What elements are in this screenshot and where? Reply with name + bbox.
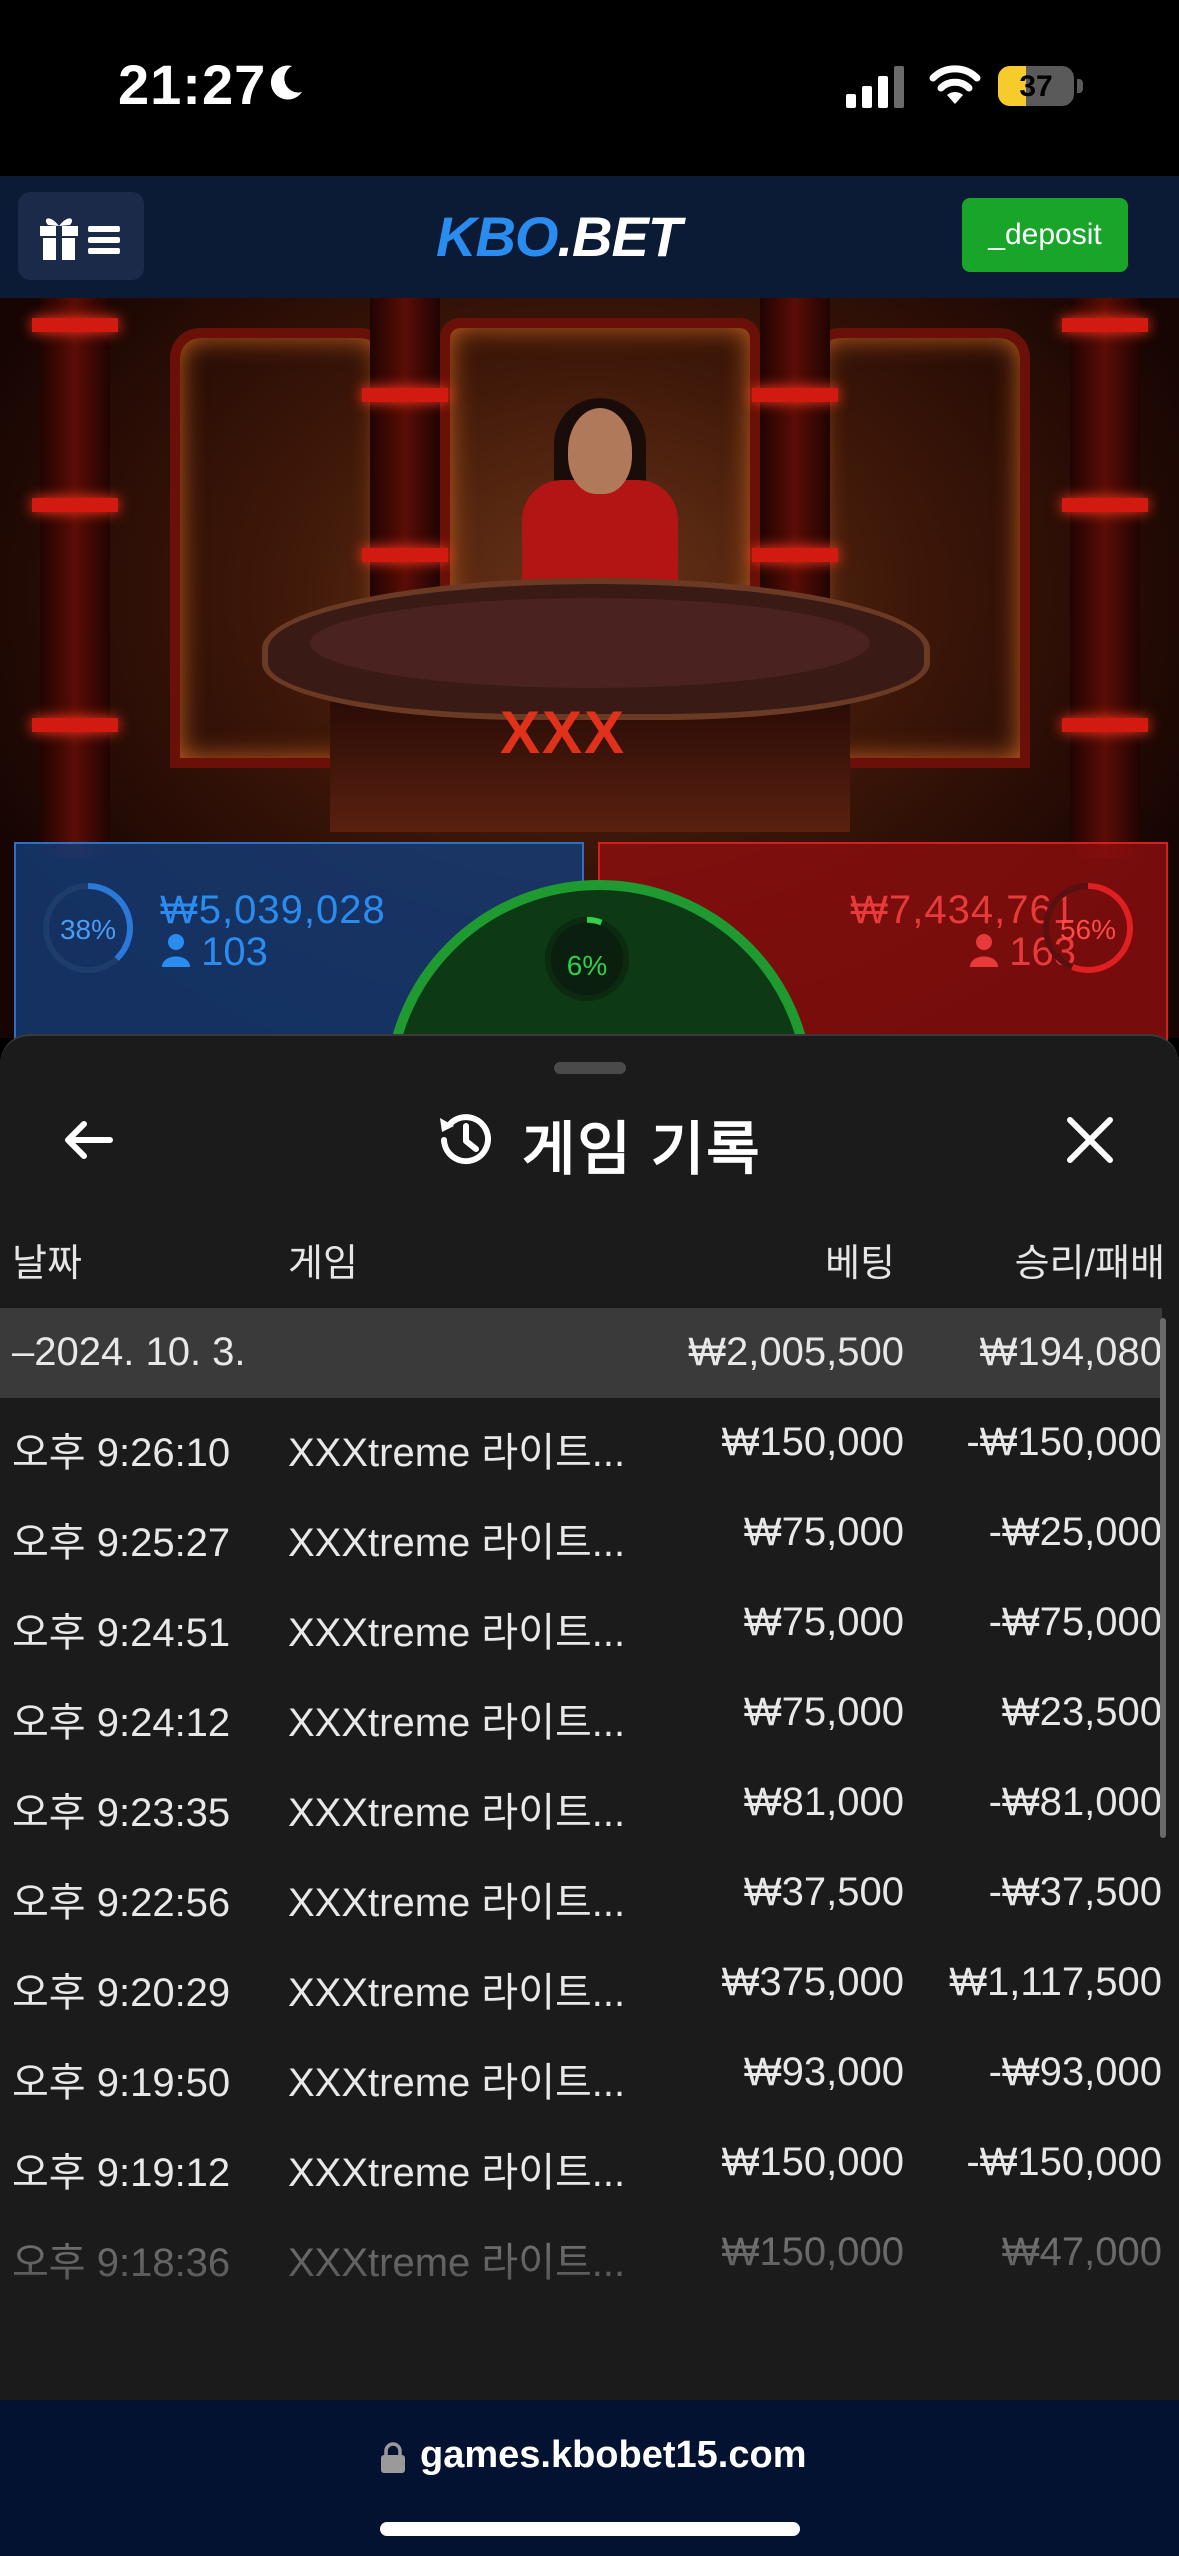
- row-game: XXXtreme 라이트...: [288, 1431, 626, 1475]
- battery-percent: 37: [1019, 70, 1053, 103]
- tie-percent-label: 6%: [566, 950, 608, 981]
- column-header-result: 승리/패배: [1014, 1243, 1165, 1285]
- history-row[interactable]: 오후 9:24:12 XXXtreme 라이트... ₩75,000 ₩23,500: [0, 1668, 1162, 1758]
- app-header: KBO.BET _deposit: [0, 176, 1179, 300]
- column-header-date: 날짜: [12, 1243, 82, 1285]
- history-row[interactable]: 오후 9:19:50 XXXtreme 라이트... ₩93,000 -₩93,000: [0, 2028, 1162, 2118]
- row-result: -₩93,000: [988, 2050, 1162, 2094]
- history-row[interactable]: 오후 9:25:27 XXXtreme 라이트... ₩75,000 -₩25,000: [0, 1488, 1162, 1578]
- game-history-sheet: 게임 기록 날짜 게임 베팅 승리/패배 –2024. 10. 3. ₩2,00…: [0, 1034, 1179, 2402]
- row-time: 오후 9:24:51: [12, 1611, 231, 1655]
- date-group-row[interactable]: –2024. 10. 3. ₩2,005,500 ₩194,080: [0, 1308, 1162, 1398]
- logo-part-2: .BET: [557, 205, 682, 268]
- group-result-total: ₩194,080: [979, 1330, 1162, 1374]
- deposit-button[interactable]: _deposit: [962, 198, 1128, 272]
- row-game: XXXtreme 라이트...: [288, 1521, 626, 1565]
- row-game: XXXtreme 라이트...: [288, 1701, 626, 1745]
- row-game: XXXtreme 라이트...: [288, 2151, 626, 2195]
- column-header-game: 게임: [288, 1243, 358, 1285]
- back-arrow-icon[interactable]: [60, 1112, 116, 1168]
- sheet-title: 게임 기록: [522, 1117, 762, 1182]
- row-time: 오후 9:20:29: [12, 1971, 231, 2015]
- history-row[interactable]: 오후 9:20:29 XXXtreme 라이트... ₩375,000 ₩1,117,…: [0, 1938, 1162, 2028]
- row-result: -₩25,000: [988, 1510, 1162, 1554]
- row-bet: ₩81,000: [743, 1780, 904, 1824]
- row-game: XXXtreme 라이트...: [288, 2061, 626, 2105]
- row-game: XXXtreme 라이트...: [288, 1791, 626, 1835]
- history-row[interactable]: 오후 9:23:35 XXXtreme 라이트... ₩81,000 -₩81,000: [0, 1758, 1162, 1848]
- hamburger-icon: [88, 226, 120, 254]
- status-bar: 21:27 37: [0, 0, 1179, 176]
- group-date: –2024. 10. 3.: [12, 1330, 246, 1374]
- player-count-value: 103: [201, 930, 268, 974]
- scrollbar[interactable]: [1160, 1318, 1166, 1838]
- history-row[interactable]: 오후 9:26:10 XXXtreme 라이트... ₩150,000 -₩150,0…: [0, 1398, 1162, 1488]
- row-bet: ₩75,000: [743, 1510, 904, 1554]
- row-bet: ₩150,000: [721, 2140, 904, 2184]
- browser-url-bar[interactable]: games.kbobet15.com: [0, 2400, 1179, 2556]
- row-result: ₩1,117,500: [949, 1960, 1162, 2004]
- row-result: -₩37,500: [988, 1870, 1162, 1914]
- home-indicator[interactable]: [380, 2522, 800, 2536]
- gift-menu-icon: [40, 218, 120, 260]
- row-time: 오후 9:24:12: [12, 1701, 231, 1745]
- row-game: XXXtreme 라이트...: [288, 1881, 626, 1925]
- row-bet: ₩75,000: [743, 1600, 904, 1644]
- person-icon: [970, 934, 999, 967]
- row-time: 오후 9:26:10: [12, 1431, 231, 1475]
- row-result: ₩23,500: [1001, 1690, 1162, 1734]
- row-bet: ₩75,000: [743, 1690, 904, 1734]
- column-header-bet: 베팅: [825, 1243, 895, 1285]
- status-time: 21:27: [118, 53, 267, 116]
- url-text: games.kbobet15.com: [420, 2434, 807, 2476]
- row-result: -₩75,000: [988, 1600, 1162, 1644]
- person-icon: [162, 934, 190, 967]
- cellular-signal-icon: [846, 66, 904, 108]
- sheet-drag-handle[interactable]: [554, 1062, 626, 1074]
- banker-percent-label: 56%: [1059, 914, 1117, 945]
- wifi-icon: [929, 65, 981, 104]
- player-bet-amount: ₩5,039,028: [160, 888, 386, 932]
- row-bet: ₩37,500: [743, 1870, 904, 1914]
- kbo-bet-logo[interactable]: KBO.BET: [436, 204, 682, 269]
- battery-icon: 37: [998, 66, 1083, 106]
- group-bet-total: ₩2,005,500: [688, 1330, 904, 1374]
- row-bet: ₩150,000: [721, 1420, 904, 1464]
- player-count: 103: [162, 930, 268, 975]
- history-row[interactable]: 오후 9:19:12 XXXtreme 라이트... ₩150,000 -₩150,0…: [0, 2118, 1162, 2208]
- row-bet: ₩375,000: [721, 1960, 904, 2004]
- row-time: 오후 9:25:27: [12, 1521, 231, 1565]
- menu-button[interactable]: [18, 192, 144, 280]
- row-bet: ₩93,000: [743, 2050, 904, 2094]
- row-time: 오후 9:23:35: [12, 1791, 231, 1835]
- row-time: 오후 9:19:12: [12, 2151, 231, 2195]
- history-row[interactable]: 오후 9:22:56 XXXtreme 라이트... ₩37,500 -₩37,500: [0, 1848, 1162, 1938]
- table-logo: XXX: [500, 699, 627, 766]
- row-time: 오후 9:19:50: [12, 2061, 231, 2105]
- logo-part-1: KBO: [436, 205, 558, 268]
- history-row[interactable]: 오후 9:24:51 XXXtreme 라이트... ₩75,000 -₩75,000: [0, 1578, 1162, 1668]
- row-time: 오후 9:22:56: [12, 1881, 231, 1925]
- player-percent-label: 38%: [59, 914, 117, 945]
- row-result: -₩150,000: [966, 1420, 1162, 1464]
- row-result: -₩150,000: [966, 2140, 1162, 2184]
- close-icon[interactable]: [1062, 1112, 1118, 1168]
- row-result: -₩81,000: [988, 1780, 1162, 1824]
- moon-icon: [270, 65, 302, 100]
- lock-icon: [381, 2442, 405, 2473]
- row-game: XXXtreme 라이트...: [288, 1971, 626, 2015]
- history-icon: [440, 1114, 491, 1165]
- gift-icon: [40, 218, 78, 260]
- row-game: XXXtreme 라이트...: [288, 1611, 626, 1655]
